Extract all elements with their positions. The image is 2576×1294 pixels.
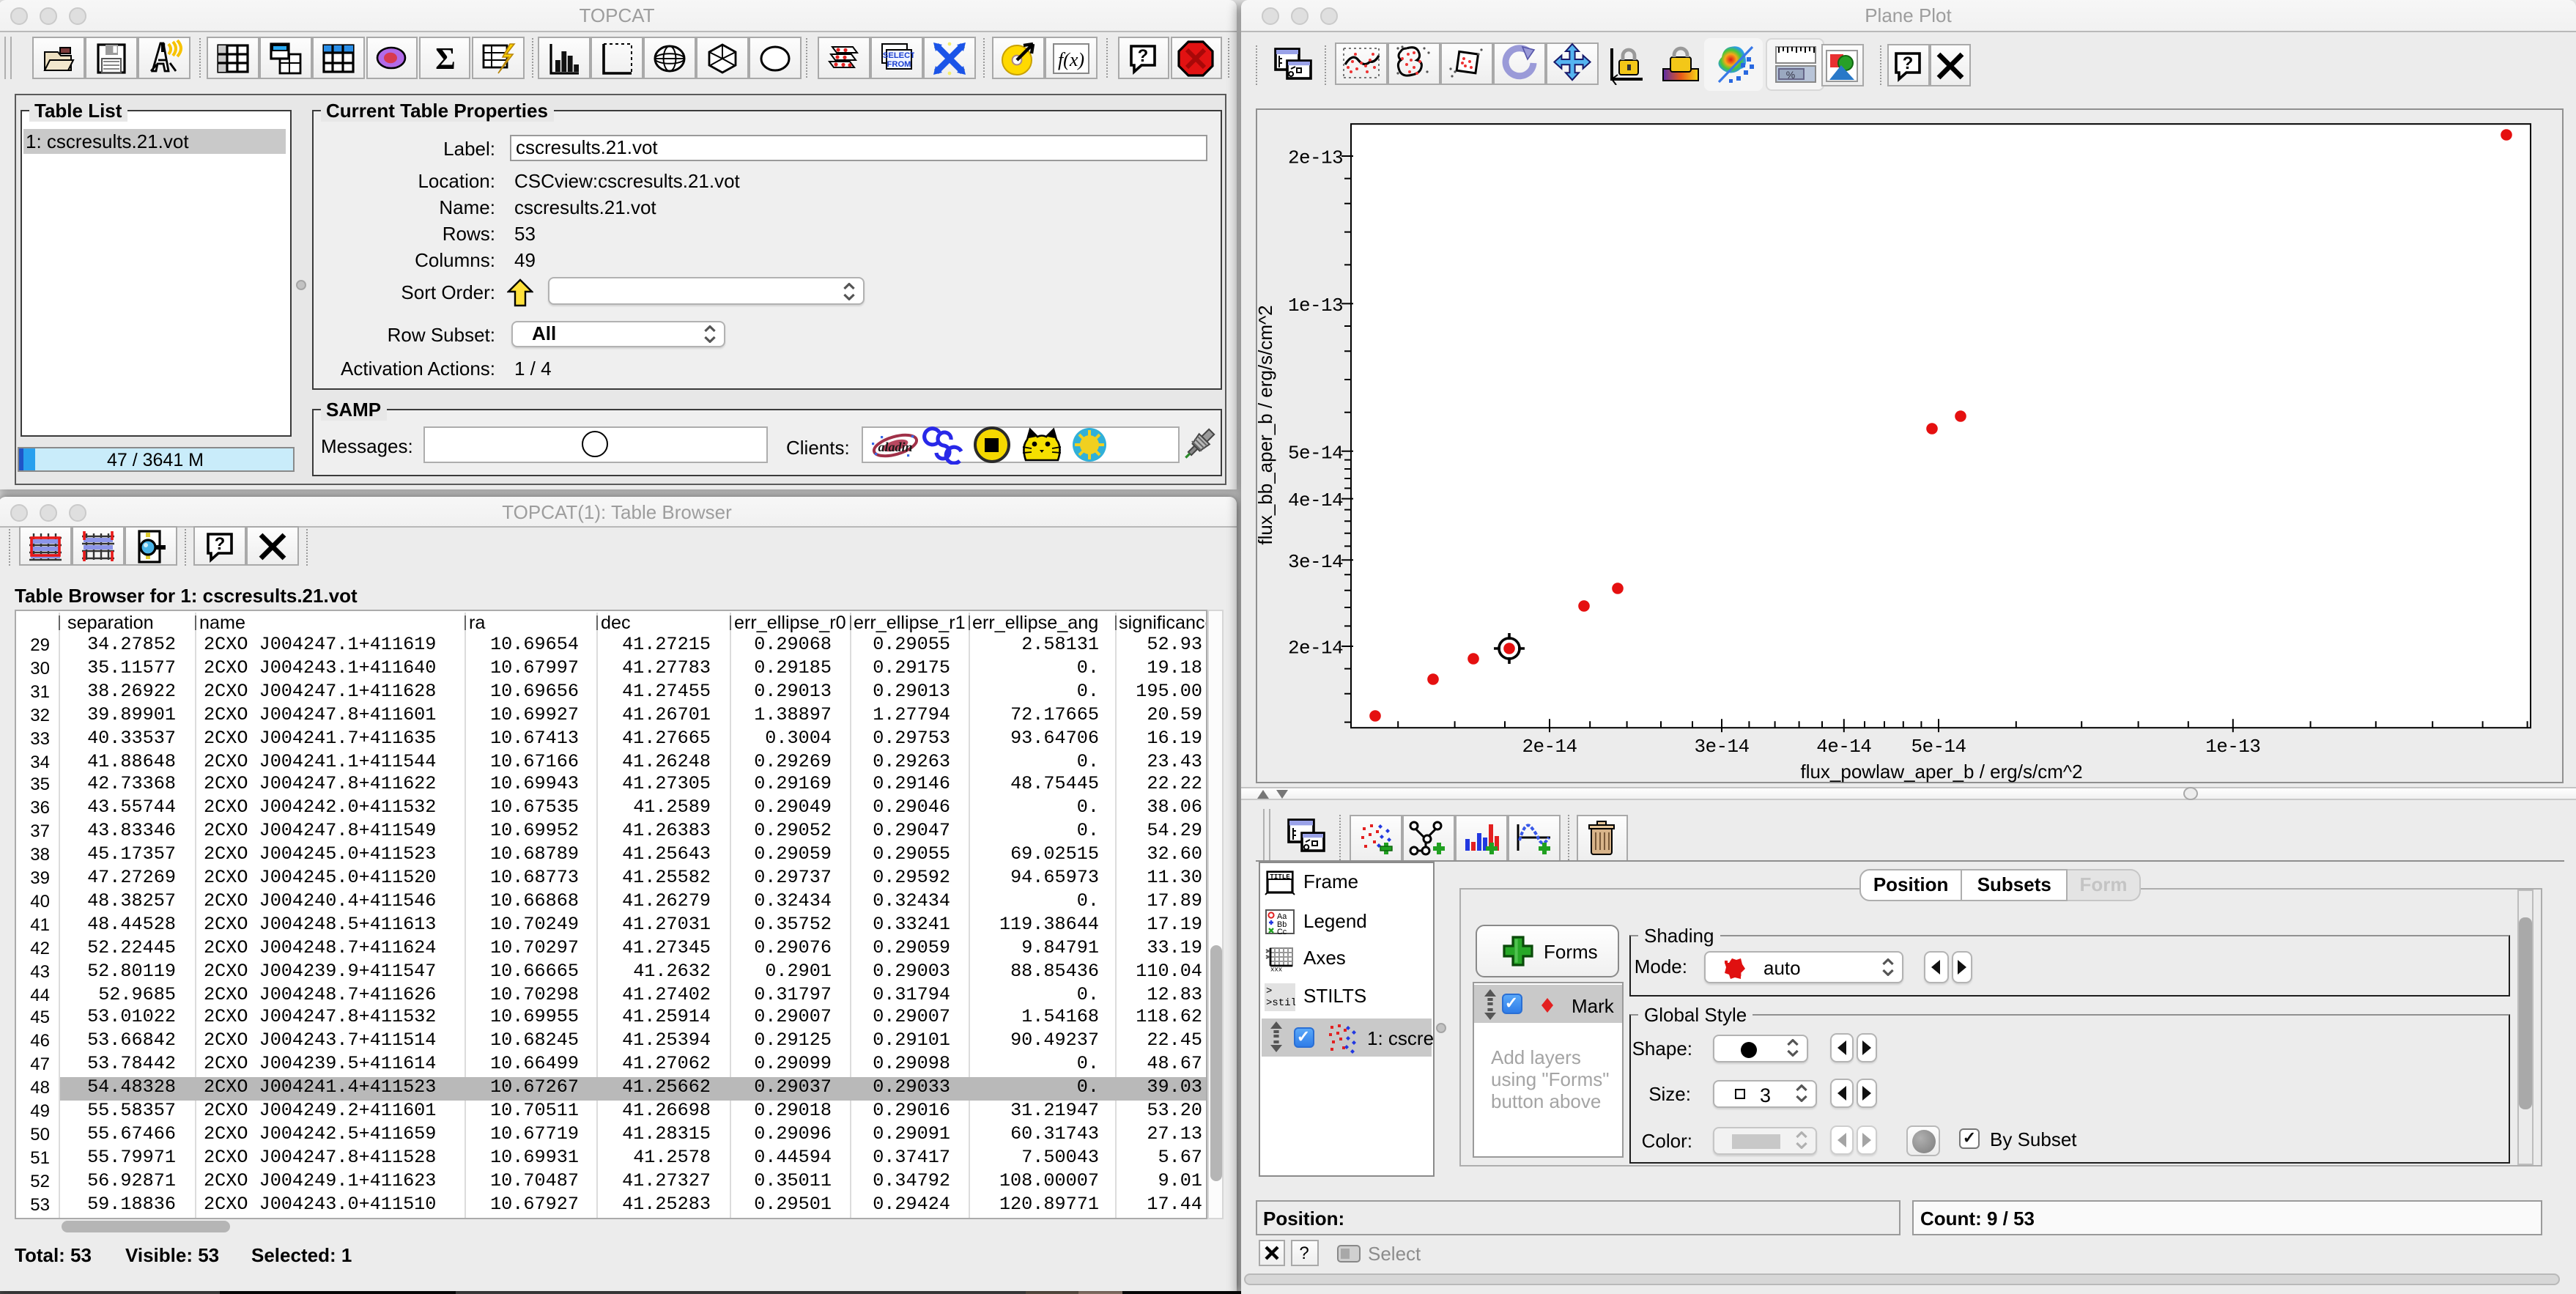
svg-text:flux_powlaw_aper_b / erg/s/cm^: flux_powlaw_aper_b / erg/s/cm^2 [1800, 760, 2082, 782]
svg-text:2e-14: 2e-14 [1522, 735, 1577, 757]
svg-text:aladin: aladin [877, 439, 911, 454]
svg-text:?: ? [1138, 45, 1149, 65]
svg-text:1e-13: 1e-13 [1288, 294, 1343, 316]
svg-text:TITLE: TITLE [1269, 873, 1289, 881]
svg-text:4e-14: 4e-14 [1288, 489, 1343, 511]
svg-text:Σ: Σ [434, 42, 454, 75]
svg-text:Cc: Cc [1276, 927, 1287, 934]
svg-text:5e-14: 5e-14 [1911, 735, 1966, 757]
svg-text:5e-14: 5e-14 [1288, 441, 1343, 463]
svg-text:SELECT: SELECT [883, 51, 914, 59]
svg-text:xxx: xxx [1270, 966, 1281, 972]
svg-text:?: ? [1903, 53, 1914, 73]
svg-text:>: > [1265, 985, 1271, 997]
svg-text:f(x): f(x) [1058, 48, 1084, 70]
svg-text:flux_bb_aper_b / erg/s/cm^2: flux_bb_aper_b / erg/s/cm^2 [1256, 304, 1276, 544]
svg-text:>stilts: >stilts [1265, 997, 1295, 1008]
svg-text:2e-13: 2e-13 [1288, 147, 1343, 169]
svg-text:4e-14: 4e-14 [1816, 735, 1871, 757]
svg-text:%: % [1785, 69, 1794, 81]
svg-text:1e-13: 1e-13 [2205, 735, 2260, 757]
svg-text:FROM: FROM [887, 59, 911, 68]
svg-text:2e-14: 2e-14 [1288, 637, 1343, 659]
svg-text:3e-14: 3e-14 [1288, 550, 1343, 572]
svg-text:3e-14: 3e-14 [1694, 735, 1749, 757]
svg-text:?: ? [214, 533, 225, 553]
